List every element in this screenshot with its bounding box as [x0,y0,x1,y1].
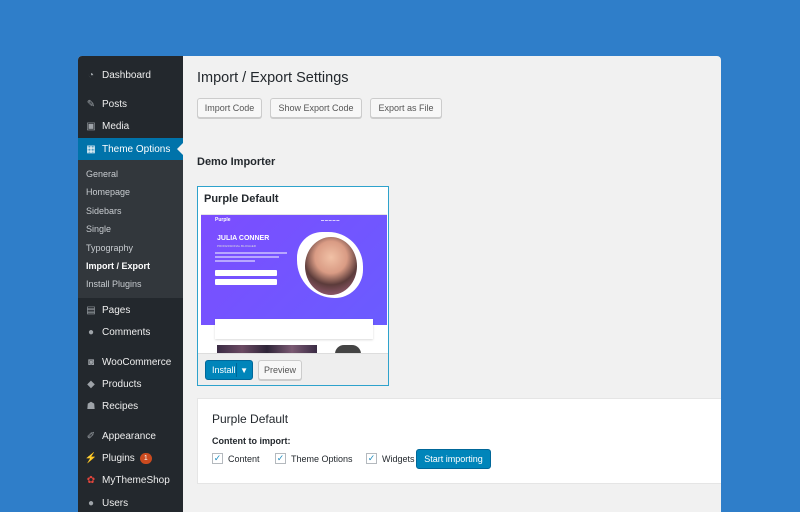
checkmark-icon[interactable]: ✓ [275,453,286,464]
preview-input [215,279,277,285]
checkbox-label: Content [228,453,260,464]
users-icon: ● [87,497,95,509]
demo-importer-heading: Demo Importer [197,156,276,168]
sidebar-item-label: Theme Options [102,143,171,155]
submenu-item-import-export[interactable]: Import / Export [86,261,150,271]
pages-icon: ▤ [86,304,96,316]
submenu-item-install-plugins[interactable]: Install Plugins [86,279,142,289]
pin-icon: ✎ [86,98,96,110]
start-importing-button[interactable]: Start importing [416,449,491,469]
sidebar-item-comments[interactable]: ● Comments [78,321,183,343]
sidebar-item-label: Recipes [102,400,139,412]
checkbox-label: Widgets [382,453,415,464]
comments-icon: ● [87,326,95,338]
demo-card-title: Purple Default [204,193,279,205]
preview-portrait [305,237,357,295]
preview-text-line [215,260,255,262]
sidebar-item-label: Comments [102,326,151,338]
preview-name: JULIA CONNER [217,235,270,242]
export-as-file-button[interactable]: Export as File [370,98,442,118]
wp-admin-window: ◔ Dashboard ✎ Posts ▣ Media ▦ Theme Opti… [78,56,721,512]
checkbox-label: Theme Options [291,453,353,464]
demo-card-footer: Install ▼ Preview [198,353,388,385]
media-icon: ▣ [86,120,96,132]
widgets-checkbox[interactable]: ✓ Widgets [366,453,415,464]
sidebar-item-label: Media [102,120,130,132]
show-export-code-button[interactable]: Show Export Code [270,98,362,118]
submenu-item-general[interactable]: General [86,169,118,179]
mythemeshop-icon: ✿ [86,474,96,486]
sidebar-item-woocommerce[interactable]: ◙ WooCommerce [78,351,183,373]
theme-options-submenu: General Homepage Sidebars Single Typogra… [78,160,183,298]
preview-logo: Purple [215,217,231,223]
preview-text-line [215,256,279,258]
main-content: Import / Export Settings Import Code Sho… [183,56,721,512]
products-icon: ◆ [87,378,95,390]
plugins-icon: ⚡ [84,452,98,464]
plugins-update-badge: 1 [139,452,152,464]
sidebar-item-pages[interactable]: ▤ Pages [78,299,183,321]
sidebar-item-label: WooCommerce [102,356,172,368]
sidebar-item-label: Appearance [102,430,156,442]
preview-button[interactable]: Preview [258,360,302,380]
submenu-item-typography[interactable]: Typography [86,243,133,253]
import-panel: Purple Default Content to import: ✓ Cont… [197,398,721,484]
sidebar-item-label: Users [102,497,129,509]
sidebar-item-products[interactable]: ◆ Products [78,373,183,395]
appearance-icon: ✐ [86,430,96,442]
install-button[interactable]: Install ▼ [205,360,253,380]
page-title: Import / Export Settings [197,70,349,86]
demo-preview-image: Purple ▬ ▬ ▬ ▬ ▬ JULIA CONNER PROFESSION… [201,214,387,353]
recipes-icon: ☗ [86,400,96,412]
dashboard-icon: ◔ [87,69,95,81]
woocommerce-icon: ◙ [87,356,95,368]
theme-options-checkbox[interactable]: ✓ Theme Options [275,453,353,464]
sidebar-item-label: Pages [102,304,131,316]
theme-options-icon: ▦ [86,143,96,155]
import-code-button[interactable]: Import Code [197,98,262,118]
content-checkbox[interactable]: ✓ Content [212,453,260,464]
sidebar-item-users[interactable]: ● Users [78,492,183,512]
submenu-item-homepage[interactable]: Homepage [86,187,130,197]
preview-subtitle: PROFESSIONAL BLOGGER [217,244,256,248]
preview-nav: ▬ ▬ ▬ ▬ ▬ [321,218,340,222]
sidebar-item-label: Dashboard [102,69,151,81]
sidebar-item-posts[interactable]: ✎ Posts [78,93,183,115]
checkmark-icon[interactable]: ✓ [212,453,223,464]
sidebar-item-label: MyThemeShop [102,474,170,486]
sidebar-item-mythemeshop[interactable]: ✿ MyThemeShop [78,469,183,491]
content-to-import-label: Content to import: [212,436,291,446]
demo-card[interactable]: Purple Default Purple ▬ ▬ ▬ ▬ ▬ JULIA CO… [197,186,389,386]
import-panel-title: Purple Default [212,412,289,426]
sidebar-item-dashboard[interactable]: ◔ Dashboard [78,64,183,86]
sidebar-item-theme-options[interactable]: ▦ Theme Options [78,138,183,160]
admin-sidebar: ◔ Dashboard ✎ Posts ▣ Media ▦ Theme Opti… [78,56,183,512]
sidebar-item-label: Products [102,378,142,390]
sidebar-item-label: Plugins [102,452,135,464]
preview-input [215,270,277,276]
sidebar-item-plugins[interactable]: ⚡ Plugins 1 [78,447,183,469]
checkmark-icon[interactable]: ✓ [366,453,377,464]
install-divider [236,363,237,377]
sidebar-item-appearance[interactable]: ✐ Appearance [78,425,183,447]
chevron-down-icon[interactable]: ▼ [240,366,248,375]
preview-avatar [335,345,361,353]
sidebar-item-recipes[interactable]: ☗ Recipes [78,395,183,417]
submenu-item-single[interactable]: Single [86,224,111,234]
preview-feature-icons [215,319,373,339]
sidebar-item-media[interactable]: ▣ Media [78,115,183,137]
preview-text-line [215,252,287,254]
install-label: Install [212,365,236,375]
sidebar-item-label: Posts [102,98,128,110]
submenu-item-sidebars[interactable]: Sidebars [86,206,122,216]
preview-gallery [217,345,317,353]
